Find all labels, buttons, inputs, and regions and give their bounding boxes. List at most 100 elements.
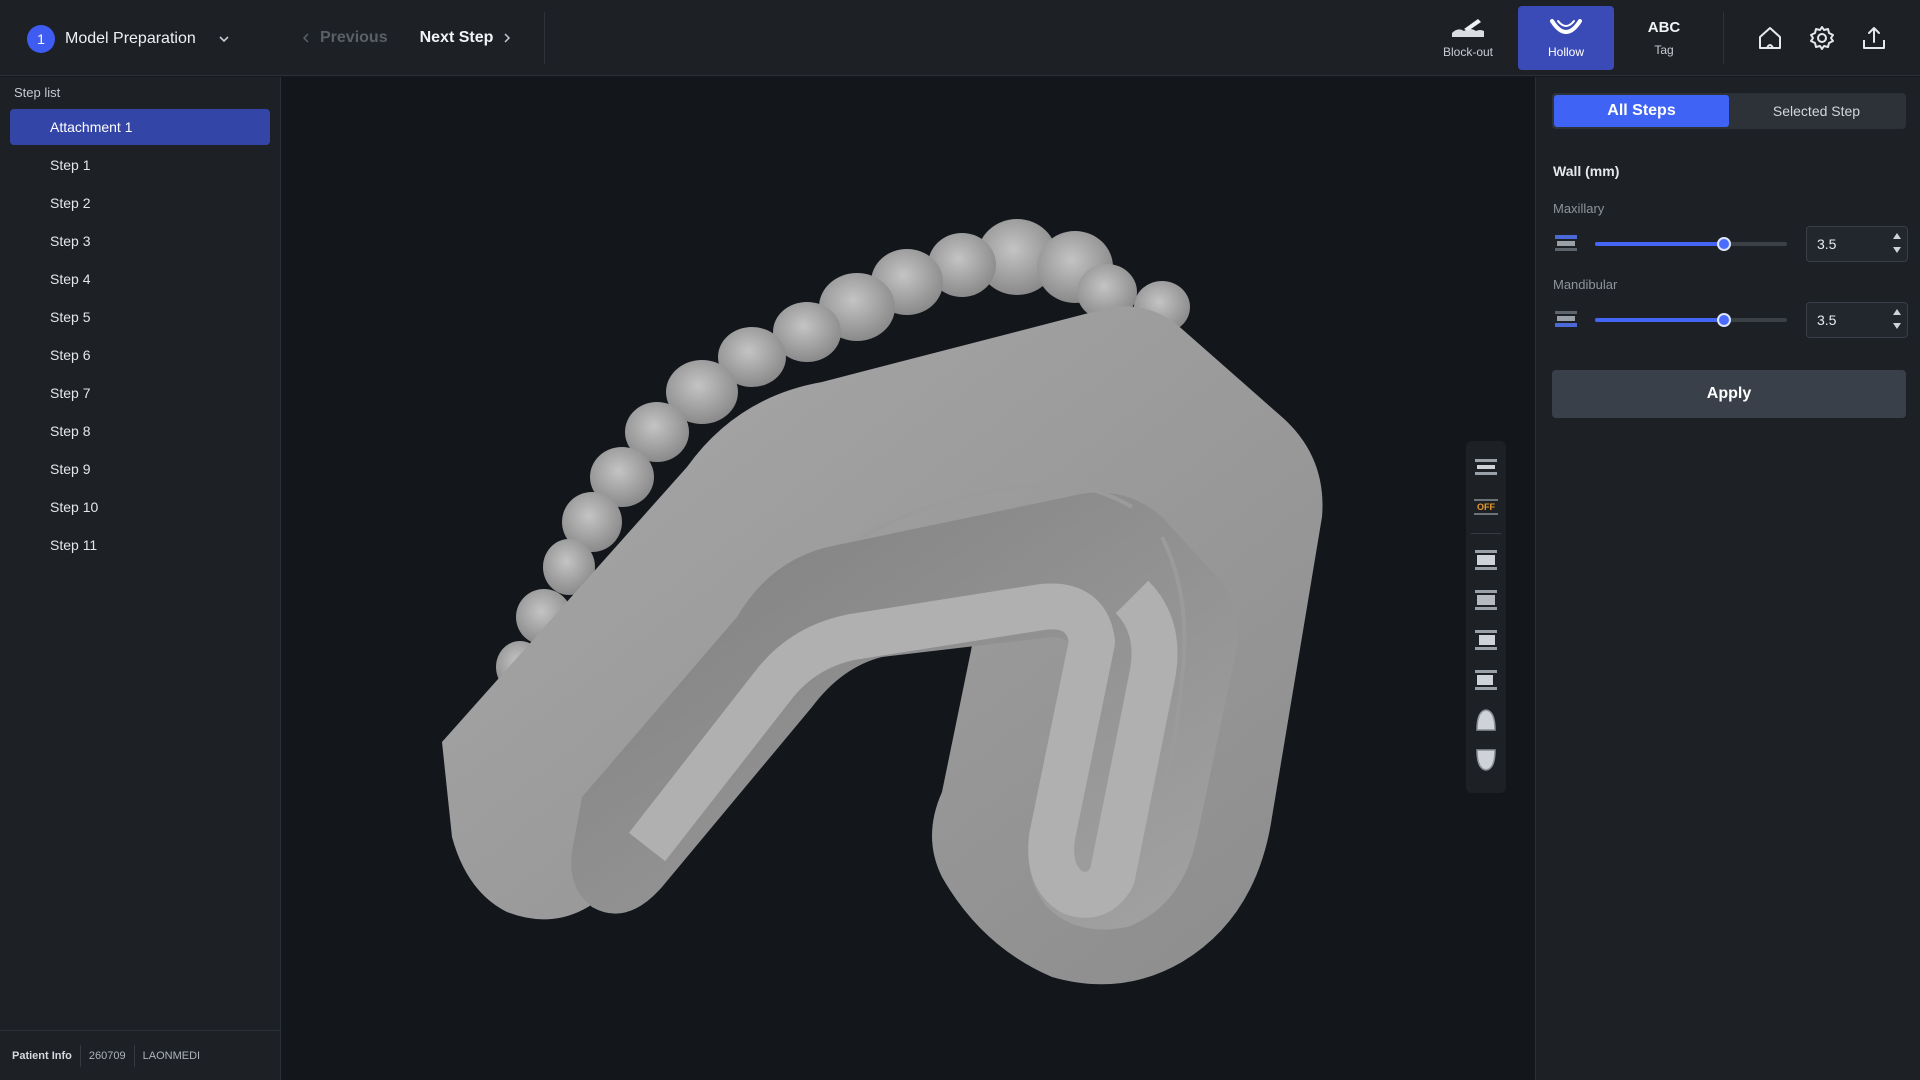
block-out-icon: [1452, 19, 1484, 37]
top-actions: [1753, 18, 1891, 58]
back-view-icon: [1475, 590, 1497, 610]
maxillary-value-input[interactable]: 3.5: [1806, 226, 1908, 262]
mandibular-jaw-icon: [1553, 309, 1579, 331]
settings-icon: [1810, 26, 1834, 50]
dental-model-render: [442, 219, 1323, 985]
maxillary-stepper: [1891, 230, 1903, 256]
home-button[interactable]: [1753, 18, 1787, 58]
maxillary-value: 3.5: [1817, 236, 1837, 252]
view-back-button[interactable]: [1470, 584, 1502, 616]
view-bottom-button[interactable]: [1470, 744, 1502, 776]
step-item-1[interactable]: Step 1: [10, 147, 270, 183]
off-toggle-icon: OFF: [1474, 499, 1498, 515]
step-item-2[interactable]: Step 2: [10, 185, 270, 221]
chevron-right-icon: [504, 33, 511, 43]
divider: [79, 1044, 81, 1067]
step-item-7[interactable]: Step 7: [10, 375, 270, 411]
divider: [133, 1044, 135, 1067]
step-item-8[interactable]: Step 8: [10, 413, 270, 449]
previous-button[interactable]: Previous: [300, 29, 388, 47]
upper-arch-icon: [1476, 709, 1496, 731]
view-toolbar: OFF: [1466, 441, 1506, 793]
step-item-11[interactable]: Step 11: [10, 527, 270, 563]
previous-label: Previous: [320, 29, 388, 46]
next-step-label: Next Step: [419, 29, 494, 46]
increment-button[interactable]: [1891, 230, 1903, 242]
divider: [1723, 12, 1724, 64]
top-bar: 1 Model Preparation Previous Next Step B…: [0, 0, 1920, 76]
tag-icon: ABC: [1647, 19, 1681, 36]
maxillary-slider[interactable]: [1595, 237, 1787, 251]
maxillary-jaw-icon: [1553, 233, 1579, 255]
view-left-button[interactable]: [1470, 624, 1502, 656]
step-item-10[interactable]: Step 10: [10, 489, 270, 525]
front-view-icon: [1475, 550, 1497, 570]
decrement-button[interactable]: [1891, 320, 1903, 332]
3d-viewport[interactable]: OFF: [282, 77, 1534, 1080]
block-out-label: Block-out: [1442, 45, 1494, 59]
caret-up-icon: [1893, 233, 1901, 239]
step-item-5[interactable]: Step 5: [10, 299, 270, 335]
next-step-button[interactable]: Next Step: [420, 29, 514, 47]
step-item-4[interactable]: Step 4: [10, 261, 270, 297]
hollow-tool[interactable]: Hollow: [1518, 6, 1614, 70]
left-view-icon: [1475, 630, 1497, 650]
mandibular-slider-thumb[interactable]: [1716, 313, 1731, 327]
stage-selector[interactable]: 1 Model Preparation: [27, 24, 232, 53]
selected-step-tab[interactable]: Selected Step: [1729, 95, 1904, 127]
maxillary-row: 3.5: [1553, 226, 1908, 262]
export-button[interactable]: [1857, 18, 1891, 58]
step-list: Attachment 1 Step 1 Step 2 Step 3 Step 4…: [10, 109, 270, 565]
mandibular-slider-fill: [1595, 318, 1724, 322]
settings-button[interactable]: [1805, 18, 1839, 58]
patient-info-label: Patient Info: [12, 1049, 72, 1062]
apply-button[interactable]: Apply: [1552, 370, 1906, 418]
step-item-attachment-1[interactable]: Attachment 1: [10, 109, 270, 145]
step-item-6[interactable]: Step 6: [10, 337, 270, 373]
lower-arch-icon: [1476, 749, 1496, 771]
maxillary-slider-fill: [1595, 242, 1724, 246]
divider: [1471, 533, 1501, 534]
step-list-panel: Step list Attachment 1 Step 1 Step 2 Ste…: [0, 77, 281, 1080]
toggle-off-button[interactable]: OFF: [1470, 491, 1502, 523]
home-icon: [1759, 27, 1781, 49]
scope-toggle: All Steps Selected Step: [1552, 93, 1906, 129]
caret-up-icon: [1893, 309, 1901, 315]
step-item-3[interactable]: Step 3: [10, 223, 270, 259]
step-list-title: Step list: [14, 85, 61, 100]
mandibular-slider[interactable]: [1595, 313, 1787, 327]
view-top-button[interactable]: [1470, 704, 1502, 736]
view-right-button[interactable]: [1470, 664, 1502, 696]
hollow-settings-panel: All Steps Selected Step Wall (mm) Maxill…: [1535, 77, 1920, 1080]
mandibular-stepper: [1891, 306, 1903, 332]
export-icon: [1863, 27, 1885, 49]
all-steps-tab[interactable]: All Steps: [1554, 95, 1729, 127]
chevron-down-icon: [219, 35, 229, 42]
view-both-jaws-button[interactable]: [1470, 451, 1502, 483]
maxillary-slider-thumb[interactable]: [1716, 237, 1731, 251]
hollow-label: Hollow: [1547, 45, 1584, 59]
caret-down-icon: [1893, 323, 1901, 329]
patient-id: 260709: [88, 1049, 126, 1062]
mandibular-row: 3.5: [1553, 302, 1908, 338]
mandibular-label: Mandibular: [1553, 277, 1618, 292]
block-out-tool[interactable]: Block-out: [1420, 6, 1516, 70]
decrement-button[interactable]: [1891, 244, 1903, 256]
patient-info-bar: Patient Info 260709 LAONMEDI: [0, 1030, 281, 1080]
hollow-icon: [1550, 19, 1582, 34]
both-jaws-icon: [1475, 459, 1497, 475]
maxillary-label: Maxillary: [1553, 201, 1605, 216]
caret-down-icon: [1893, 247, 1901, 253]
step-navigation: Previous Next Step: [300, 24, 513, 52]
mandibular-value-input[interactable]: 3.5: [1806, 302, 1908, 338]
tool-group: Block-out Hollow ABC Tag: [1420, 6, 1712, 70]
right-view-icon: [1475, 670, 1497, 690]
stage-title: Model Preparation: [65, 29, 196, 47]
mandibular-value: 3.5: [1817, 312, 1837, 328]
tag-tool[interactable]: ABC Tag: [1616, 6, 1712, 70]
wall-thickness-title: Wall (mm): [1553, 163, 1620, 179]
step-item-9[interactable]: Step 9: [10, 451, 270, 487]
clinic-name: LAONMEDI: [142, 1049, 201, 1062]
view-front-button[interactable]: [1470, 544, 1502, 576]
increment-button[interactable]: [1891, 306, 1903, 318]
